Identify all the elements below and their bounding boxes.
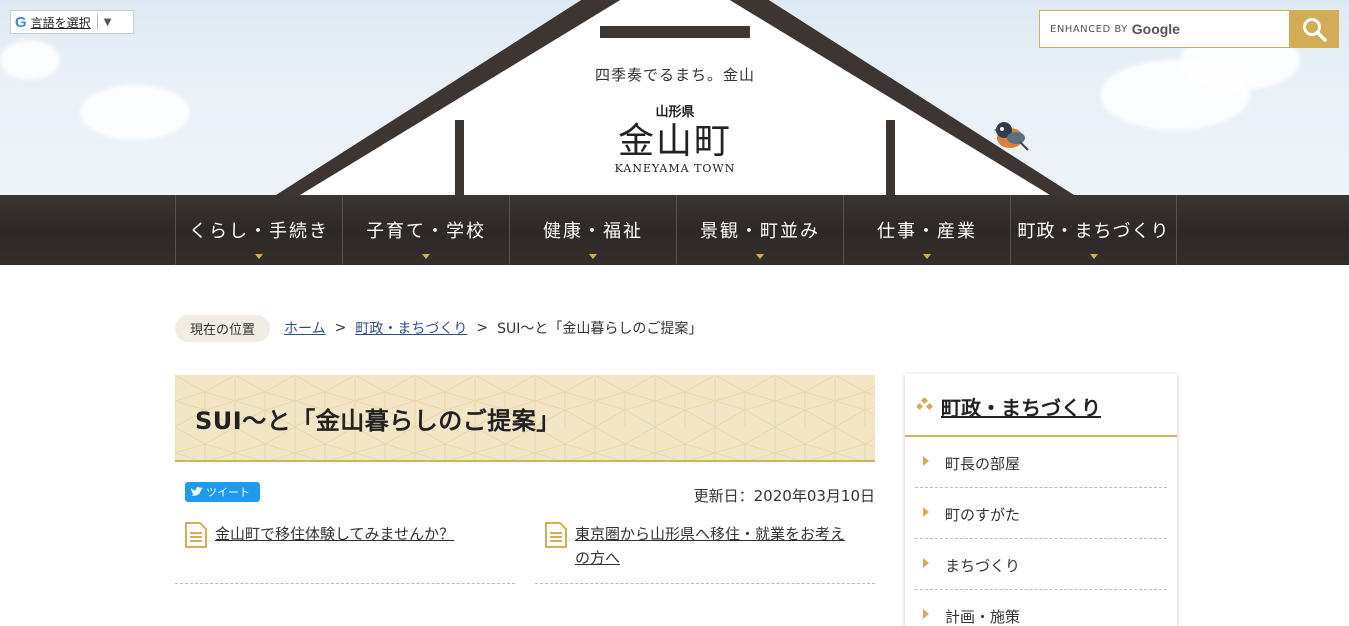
- sidebar-item-town-planning[interactable]: まちづくり: [915, 539, 1167, 590]
- site-search: ENHANCED BY Google: [1039, 10, 1339, 48]
- nav-item-childcare[interactable]: 子育て・学校: [343, 195, 510, 265]
- nav-item-label: くらし・手続き: [189, 221, 329, 242]
- triangle-right-icon: [923, 609, 929, 619]
- bird-icon: [994, 122, 1029, 151]
- link-trial-stay[interactable]: 金山町で移住体験してみませんか？: [215, 522, 454, 546]
- nav-item-label: 健康・福祉: [543, 221, 643, 242]
- nav-item-label: 町政・まちづくり: [1017, 221, 1170, 242]
- document-icon: [185, 522, 207, 548]
- logo-town-name: 金山町: [617, 121, 732, 162]
- tweet-button[interactable]: ツイート: [185, 482, 260, 502]
- list-item: 東京圏から山形県へ移住・就業をお考え の方へ: [535, 518, 875, 584]
- caret-down-icon: [589, 254, 597, 259]
- sidebar-item-policies[interactable]: 計画・施策: [915, 590, 1167, 626]
- divider: [96, 14, 98, 30]
- triangle-right-icon: [923, 456, 929, 466]
- global-nav: くらし・手続き 子育て・学校 健康・福祉 景観・町並み 仕事・産業 町政・まちづ…: [0, 195, 1349, 265]
- triangle-right-icon: [923, 558, 929, 568]
- document-icon: [545, 522, 567, 548]
- breadcrumb-current-label: 現在の位置: [175, 314, 271, 342]
- logo-roman: KANEYAMA TOWN: [614, 162, 736, 175]
- site-header: G 言語を選択 ▼ ENHANCED BY Google 四季奏でるまち。金山 …: [0, 0, 1349, 195]
- tweet-label: ツイート: [206, 486, 250, 499]
- breadcrumb-current-page: SUI～と「金山暮らしのご提案」: [497, 321, 703, 337]
- nav-item-label: 子育て・学校: [366, 221, 486, 242]
- triangle-right-icon: [923, 507, 929, 517]
- caret-down-icon: [756, 254, 764, 259]
- nav-item-industry[interactable]: 仕事・産業: [844, 195, 1011, 265]
- google-icon: G: [15, 13, 27, 31]
- site-logo[interactable]: 四季奏でるまち。金山 山形県 金山町 KANEYAMA TOWN: [465, 40, 885, 195]
- logo-tagline: 四季奏でるまち。金山: [594, 66, 755, 84]
- breadcrumb-parent-link[interactable]: 町政・まちづくり: [355, 318, 467, 338]
- sidebar: 町政・まちづくり 町長の部屋 町のすがた まちづくり 計画・施策: [905, 374, 1177, 626]
- updated-date: 更新日：2020年03月10日: [693, 487, 875, 505]
- search-enhanced-label: ENHANCED BY: [1050, 23, 1128, 35]
- list-item: 金山町で移住体験してみませんか？: [175, 518, 515, 584]
- search-input[interactable]: ENHANCED BY Google: [1039, 10, 1289, 48]
- sidebar-item-label: まちづくり: [945, 557, 1021, 575]
- sidebar-heading: 町政・まちづくり: [905, 374, 1177, 437]
- related-links: 金山町で移住体験してみませんか？ 東京圏から山形県へ移住・就業をお考え の方へ: [175, 518, 875, 584]
- language-selector[interactable]: G 言語を選択 ▼: [10, 10, 134, 34]
- search-icon: [1303, 18, 1327, 42]
- sidebar-item-label: 町長の部屋: [945, 455, 1021, 473]
- caret-down-icon: [1089, 254, 1098, 259]
- nav-item-living[interactable]: くらし・手続き: [176, 195, 343, 265]
- twitter-bird-icon: [191, 487, 203, 496]
- logo-prefecture: 山形県: [655, 105, 695, 120]
- search-button[interactable]: [1289, 10, 1339, 48]
- chevron-down-icon[interactable]: ▼: [104, 17, 112, 28]
- nav-item-label: 仕事・産業: [877, 221, 977, 242]
- breadcrumb-home-link[interactable]: ホーム: [284, 318, 326, 338]
- language-selector-label[interactable]: 言語を選択: [31, 14, 91, 31]
- sidebar-item-label: 町のすがた: [945, 506, 1021, 524]
- caret-down-icon: [923, 254, 931, 259]
- diamond-cluster-icon: [917, 398, 933, 411]
- link-tokyo-migration[interactable]: 東京圏から山形県へ移住・就業をお考え の方へ: [575, 522, 845, 570]
- caret-down-icon: [255, 254, 263, 259]
- sidebar-heading-link[interactable]: 町政・まちづくり: [941, 392, 1101, 421]
- sidebar-item-profile[interactable]: 町のすがた: [915, 488, 1167, 539]
- google-brand-label: Google: [1131, 21, 1180, 37]
- breadcrumb-separator: >: [334, 320, 347, 336]
- sidebar-item-mayor[interactable]: 町長の部屋: [915, 437, 1167, 488]
- page-title: SUI～と「金山暮らしのご提案」: [195, 407, 561, 435]
- nav-item-health[interactable]: 健康・福祉: [510, 195, 677, 265]
- caret-down-icon: [422, 254, 430, 259]
- nav-item-label: 景観・町並み: [700, 221, 820, 242]
- nav-item-government[interactable]: 町政・まちづくり: [1011, 195, 1177, 265]
- breadcrumb: 現在の位置 ホーム > 町政・まちづくり > SUI～と「金山暮らしのご提案」: [175, 314, 703, 342]
- page-title-box: SUI～と「金山暮らしのご提案」: [175, 375, 875, 462]
- sidebar-item-label: 計画・施策: [945, 608, 1021, 626]
- nav-item-townscape[interactable]: 景観・町並み: [677, 195, 844, 265]
- breadcrumb-separator: >: [476, 320, 489, 336]
- link-line: 東京圏から山形県へ移住・就業をお考え: [575, 525, 846, 543]
- link-line: の方へ: [575, 549, 621, 567]
